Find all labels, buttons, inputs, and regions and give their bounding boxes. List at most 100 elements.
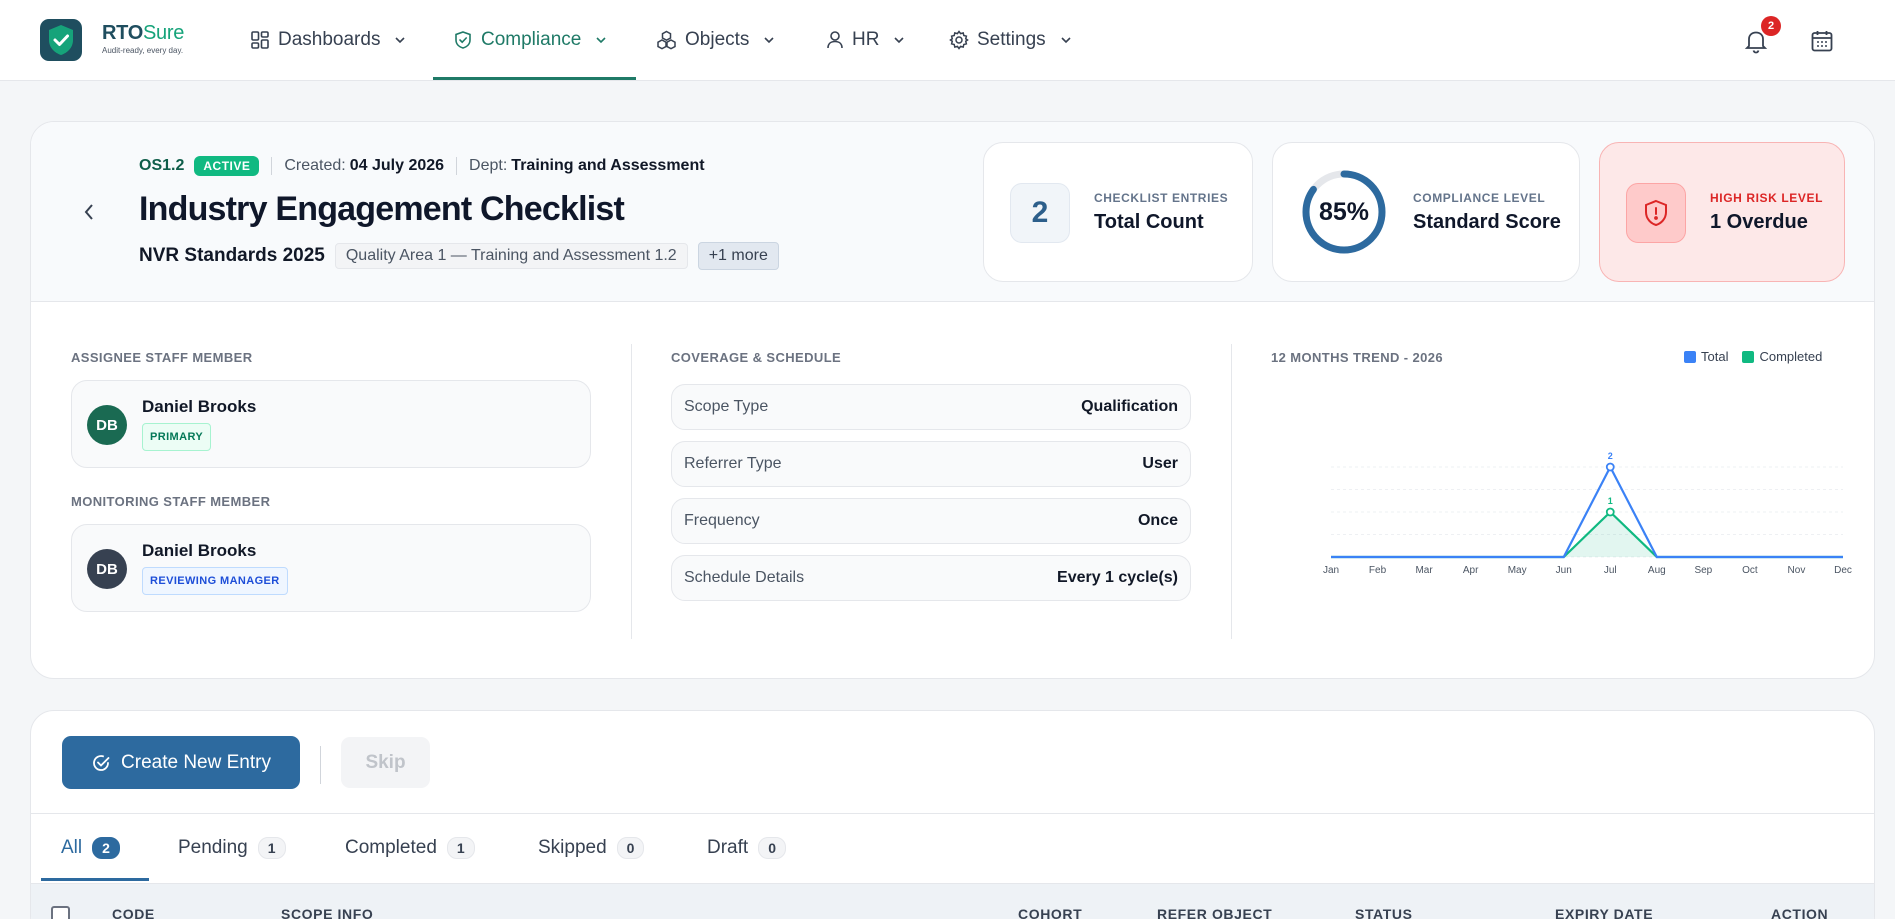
- risk-shield-container: [1626, 183, 1686, 243]
- logo-shield-icon[interactable]: [40, 19, 82, 61]
- avatar: DB: [87, 549, 127, 589]
- x-tick-label: Jun: [1556, 565, 1572, 576]
- dept-label: Dept:: [469, 157, 508, 174]
- chevron-down-icon: [395, 37, 406, 44]
- column-header-scope-info[interactable]: SCOPE INFO: [281, 906, 373, 919]
- user-icon: [827, 31, 843, 49]
- legend-item-total[interactable]: Total: [1684, 349, 1728, 364]
- skip-button[interactable]: Skip: [341, 737, 430, 788]
- tab-draft[interactable]: Draft 0: [707, 814, 786, 882]
- legend-label: Completed: [1759, 349, 1823, 364]
- column-header-code[interactable]: CODE: [112, 906, 155, 919]
- gear-icon: [949, 30, 969, 50]
- coverage-row-frequency: Frequency Once: [671, 498, 1191, 544]
- compliance-label: COMPLIANCE LEVEL: [1413, 191, 1546, 205]
- column-header-expiry-date[interactable]: EXPIRY DATE: [1555, 906, 1653, 919]
- trend-line-chart: 2 1 Jan Feb Mar Apr May Jun Jul Aug Sep Oct Nov Dec: [1323, 451, 1852, 576]
- x-tick-label: May: [1508, 565, 1527, 576]
- tab-completed[interactable]: Completed 1: [345, 814, 475, 882]
- status-tabs: All 2 Pending 1 Completed 1 Skipped 0 Draft 0: [31, 813, 1874, 883]
- tab-label: Draft: [707, 837, 749, 858]
- nav-hr[interactable]: HR: [826, 0, 905, 80]
- x-tick-label: Dec: [1834, 565, 1852, 576]
- cubes-icon: [657, 30, 676, 50]
- risk-label: HIGH RISK LEVEL: [1710, 191, 1824, 205]
- shield-alert-icon: [1645, 199, 1667, 227]
- checklist-code: OS1.2: [139, 157, 185, 174]
- assignee-card[interactable]: DB Daniel Brooks PRIMARY: [71, 380, 591, 468]
- create-new-entry-button[interactable]: Create New Entry: [62, 736, 300, 789]
- column-header-refer-object[interactable]: REFER OBJECT: [1157, 906, 1272, 919]
- coverage-row-schedule-details: Schedule Details Every 1 cycle(s): [671, 555, 1191, 601]
- nav-objects[interactable]: Objects: [656, 0, 775, 80]
- nav-dashboards-label: Dashboards: [278, 29, 381, 50]
- coverage-value: User: [1142, 455, 1178, 472]
- brand-name-light: Sure: [142, 22, 185, 44]
- x-tick-label: Feb: [1369, 565, 1387, 576]
- x-tick-label: Aug: [1648, 565, 1666, 576]
- nav-hr-label: HR: [852, 29, 880, 50]
- divider: [631, 344, 632, 639]
- coverage-value: Every 1 cycle(s): [1057, 569, 1178, 586]
- select-all-checkbox[interactable]: [51, 906, 70, 919]
- risk-sub: 1 Overdue: [1710, 211, 1808, 233]
- checklist-meta: OS1.2 ACTIVE Created: 04 July 2026 Dept: T…: [139, 156, 705, 176]
- coverage-key: Referrer Type: [684, 455, 782, 472]
- compliance-level-card: 85% COMPLIANCE LEVEL Standard Score: [1272, 142, 1580, 282]
- role-badge: PRIMARY: [142, 423, 212, 451]
- brand-tagline: Audit-ready, every day.: [102, 46, 184, 55]
- x-tick-label: Apr: [1463, 565, 1479, 576]
- legend-item-completed[interactable]: Completed: [1742, 349, 1822, 364]
- chevron-down-icon: [596, 37, 606, 44]
- coverage-section-title: COVERAGE & SCHEDULE: [671, 350, 842, 365]
- tab-count: 2: [92, 837, 120, 859]
- more-standards-chip[interactable]: +1 more: [697, 242, 779, 270]
- monitoring-name: Daniel Brooks: [142, 541, 257, 560]
- data-label: 1: [1608, 496, 1613, 506]
- calendar-icon: [1811, 31, 1833, 52]
- legend-swatch: [1684, 350, 1696, 363]
- column-header-cohort[interactable]: COHORT: [1018, 906, 1082, 919]
- chevron-down-icon: [764, 37, 774, 44]
- table-header: CODE SCOPE INFO COHORT REFER OBJECT STAT…: [31, 883, 1874, 919]
- tab-pending[interactable]: Pending 1: [178, 814, 286, 882]
- column-header-action[interactable]: ACTION: [1771, 906, 1828, 919]
- coverage-key: Frequency: [684, 512, 760, 529]
- tab-all[interactable]: All 2: [61, 814, 120, 882]
- checklist-header: OS1.2 ACTIVE Created: 04 July 2026 Dept: T…: [31, 122, 1874, 302]
- notification-count-badge: 2: [1761, 16, 1781, 36]
- calendar-button[interactable]: [1808, 27, 1836, 55]
- column-header-status[interactable]: STATUS: [1355, 906, 1413, 919]
- standard-row: NVR Standards 2025 Quality Area 1 — Trai…: [139, 242, 779, 270]
- data-point: [1605, 462, 1615, 472]
- tab-skipped[interactable]: Skipped 0: [538, 814, 645, 882]
- coverage-key: Scope Type: [684, 398, 769, 415]
- entries-label: CHECKLIST ENTRIES: [1094, 191, 1229, 205]
- chart-title: 12 MONTHS TREND - 2026: [1271, 350, 1444, 365]
- brand-logo[interactable]: RTOSure Audit-ready, every day.: [102, 22, 184, 55]
- page-title: Industry Engagement Checklist: [139, 190, 625, 228]
- divider: [456, 157, 458, 175]
- create-button-label: Create New Entry: [121, 751, 271, 773]
- back-button[interactable]: [77, 200, 101, 224]
- coverage-key: Schedule Details: [684, 569, 805, 586]
- monitoring-card[interactable]: DB Daniel Brooks REVIEWING MANAGER: [71, 524, 591, 612]
- tab-label: Completed: [345, 837, 437, 858]
- nav-settings[interactable]: Settings: [949, 0, 1072, 80]
- dept-value: Training and Assessment: [511, 157, 705, 174]
- brand-name-bold: RTO: [102, 22, 143, 44]
- nav-compliance[interactable]: Compliance: [453, 0, 607, 80]
- created-label: Created:: [284, 157, 346, 174]
- top-navbar: RTOSure Audit-ready, every day. Dashboar…: [0, 0, 1895, 81]
- x-tick-label: Nov: [1788, 565, 1806, 576]
- grid-icon: [251, 31, 269, 49]
- nav-dashboards[interactable]: Dashboards: [250, 0, 406, 80]
- chevron-down-icon: [894, 37, 905, 44]
- divider: [1231, 344, 1232, 639]
- entries-sub: Total Count: [1094, 211, 1204, 233]
- x-tick-label: Oct: [1742, 565, 1758, 576]
- nav-objects-label: Objects: [685, 29, 750, 50]
- standard-name: NVR Standards 2025: [139, 245, 325, 266]
- avatar: DB: [87, 405, 127, 445]
- monitoring-section-title: MONITORING STAFF MEMBER: [71, 494, 271, 509]
